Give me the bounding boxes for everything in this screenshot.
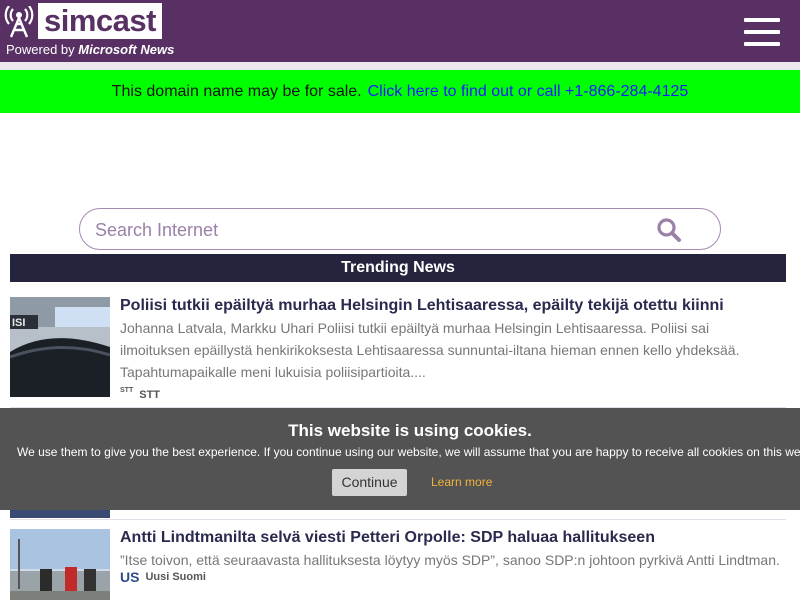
trending-news-header: Trending News: [10, 254, 786, 282]
news-article[interactable]: Antti Lindtmanilta selvä viesti Petteri …: [10, 529, 786, 600]
article-thumbnail[interactable]: [10, 510, 110, 518]
svg-text:ISI: ISI: [12, 317, 25, 329]
simcast-logo[interactable]: simcast: [4, 3, 174, 39]
broadcast-tower-icon: [4, 6, 34, 38]
article-title[interactable]: Antti Lindtmanilta selvä viesti Petteri …: [120, 529, 655, 547]
powered-brand: Microsoft News: [78, 42, 175, 57]
cookie-banner: This website is using cookies. We use th…: [0, 408, 800, 510]
powered-prefix: Powered by: [6, 42, 79, 57]
learn-more-link[interactable]: Learn more: [431, 475, 492, 489]
search-input[interactable]: [95, 218, 655, 242]
header-divider: [0, 62, 800, 70]
article-title[interactable]: Poliisi tutkii epäiltyä murhaa Helsingin…: [120, 297, 724, 315]
domain-sale-banner: This domain name may be for sale. Click h…: [0, 70, 800, 113]
sale-link[interactable]: Click here to find out or call +1-866-28…: [368, 83, 689, 100]
source-name: STT: [139, 389, 161, 401]
article-thumbnail[interactable]: [10, 529, 110, 600]
source-name: Uusi Suomi: [145, 571, 206, 583]
search-icon[interactable]: [656, 217, 682, 243]
us-logo: US: [120, 569, 140, 585]
sale-text: This domain name may be for sale.: [111, 83, 362, 100]
article-source: US Uusi Suomi: [120, 569, 206, 585]
article-divider: [10, 519, 786, 520]
continue-button[interactable]: Continue: [332, 469, 407, 496]
menu-icon[interactable]: [744, 18, 780, 46]
site-header: simcast Powered by Microsoft News: [0, 0, 800, 62]
article-description: Johanna Latvala, Markku Uhari Poliisi tu…: [120, 320, 740, 380]
cookie-text: We use them to give you the best experie…: [17, 445, 800, 459]
powered-by: Powered by Microsoft News: [6, 42, 174, 57]
cookie-title: This website is using cookies.: [288, 421, 532, 440]
article-source: STT STT: [120, 387, 161, 401]
article-description: ”Itse toivon, että seuraavasta hallituks…: [120, 552, 780, 568]
search-box: [79, 208, 721, 250]
stt-logo: STT: [120, 387, 134, 394]
logo-text: simcast: [38, 3, 162, 39]
article-thumbnail[interactable]: ISI: [10, 297, 110, 397]
news-article[interactable]: ISI Poliisi tutkii epäiltyä murhaa Helsi…: [10, 297, 786, 407]
